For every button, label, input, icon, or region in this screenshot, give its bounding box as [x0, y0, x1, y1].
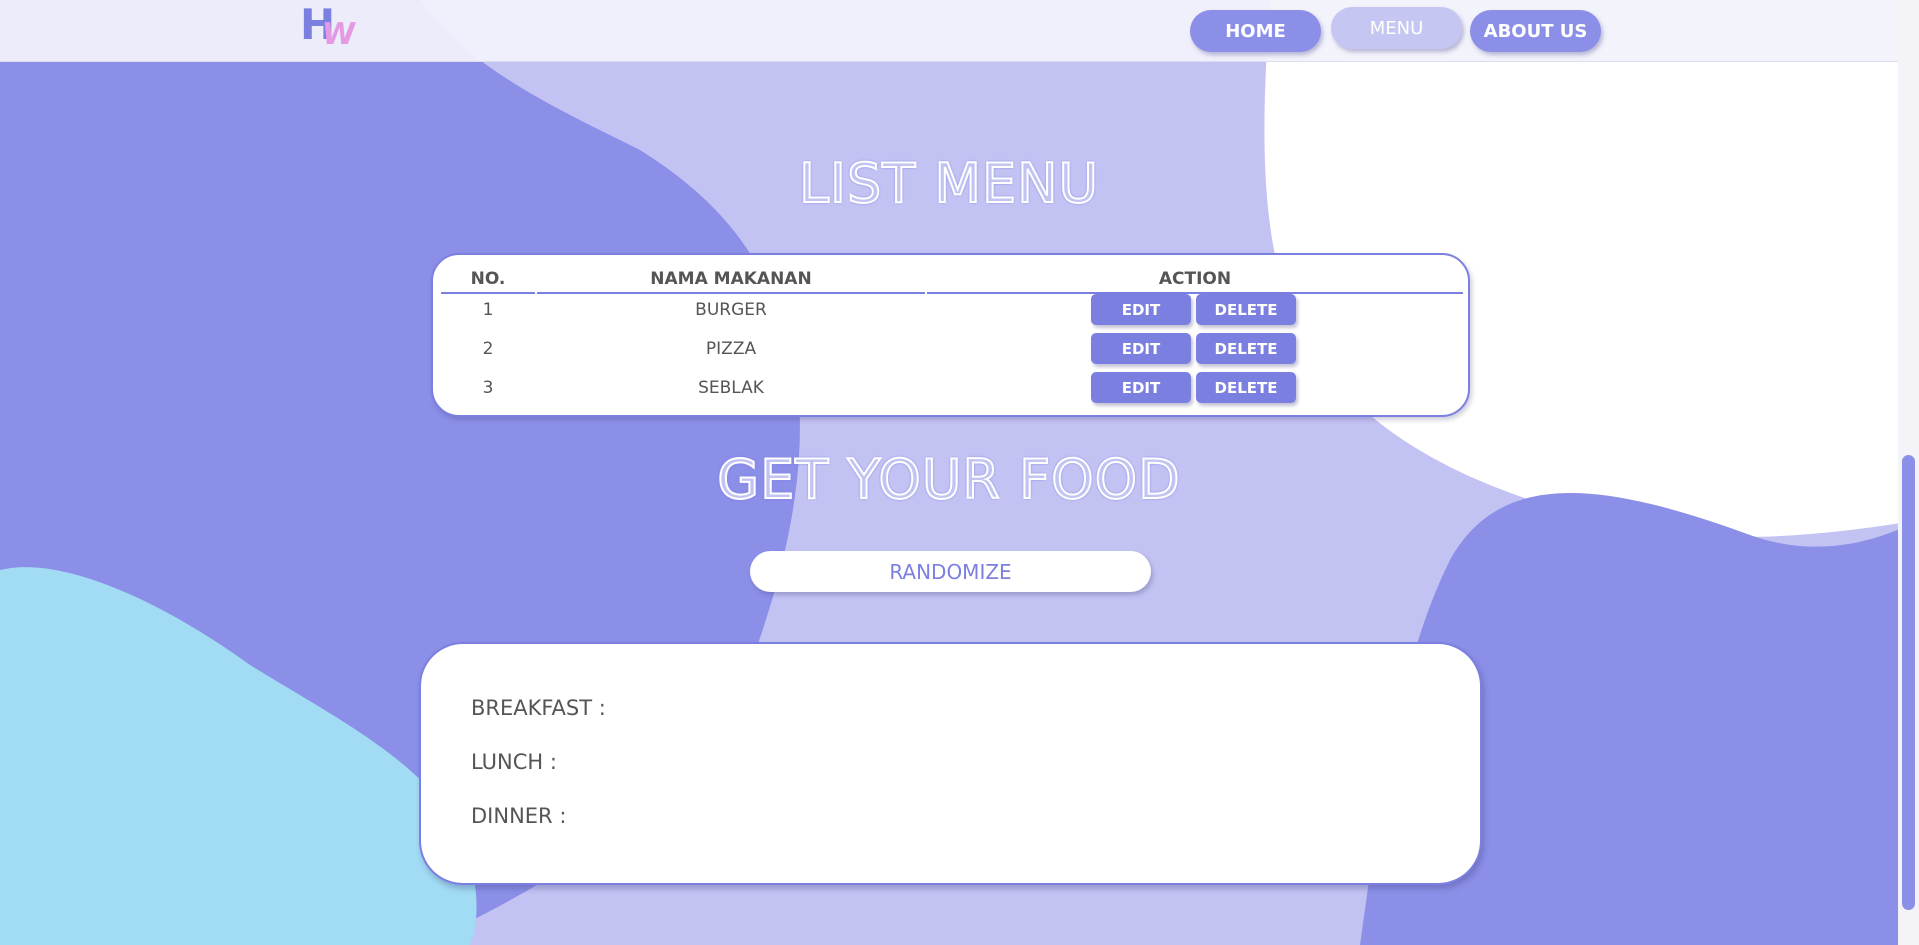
- column-header-name: NAMA MAKANAN: [537, 269, 925, 294]
- brand-logo[interactable]: H W: [300, 4, 362, 56]
- nav-about-button[interactable]: ABOUT US: [1470, 10, 1601, 52]
- scrollbar-thumb[interactable]: [1902, 455, 1915, 910]
- lunch-label: LUNCH :: [471, 750, 557, 774]
- breakfast-row: BREAKFAST :: [471, 696, 614, 720]
- dinner-row: DINNER :: [471, 804, 574, 828]
- delete-button[interactable]: DELETE: [1196, 372, 1296, 403]
- get-food-title: GET YOUR FOOD: [716, 447, 1181, 512]
- delete-button[interactable]: DELETE: [1196, 333, 1296, 364]
- column-header-no: NO.: [441, 269, 535, 294]
- menu-table: NO. NAMA MAKANAN ACTION 1 BURGER EDIT DE…: [431, 253, 1470, 417]
- row-number: 3: [482, 378, 494, 398]
- food-name: BURGER: [695, 300, 767, 320]
- table-row: 1 BURGER EDIT DELETE: [433, 294, 1468, 328]
- table-row: 3 SEBLAK EDIT DELETE: [433, 372, 1468, 406]
- logo-letter-w: W: [319, 17, 358, 52]
- top-navbar: H W HOME MENU ABOUT US: [0, 0, 1898, 62]
- nav-home-button[interactable]: HOME: [1190, 10, 1321, 52]
- row-number: 1: [482, 300, 494, 320]
- list-menu-title: LIST MENU: [798, 151, 1100, 216]
- food-name: SEBLAK: [698, 378, 764, 398]
- lunch-row: LUNCH :: [471, 750, 565, 774]
- dinner-label: DINNER :: [471, 804, 567, 828]
- randomize-button[interactable]: RANDOMIZE: [750, 551, 1151, 592]
- edit-button[interactable]: EDIT: [1091, 372, 1191, 403]
- food-name: PIZZA: [705, 339, 757, 359]
- row-number: 2: [482, 339, 494, 359]
- meal-result-card: BREAKFAST : LUNCH : DINNER :: [419, 642, 1482, 885]
- breakfast-label: BREAKFAST :: [471, 696, 606, 720]
- nav-menu-button[interactable]: MENU: [1331, 7, 1462, 49]
- delete-button[interactable]: DELETE: [1196, 294, 1296, 325]
- column-header-action: ACTION: [927, 269, 1463, 294]
- edit-button[interactable]: EDIT: [1091, 294, 1191, 325]
- table-row: 2 PIZZA EDIT DELETE: [433, 333, 1468, 367]
- edit-button[interactable]: EDIT: [1091, 333, 1191, 364]
